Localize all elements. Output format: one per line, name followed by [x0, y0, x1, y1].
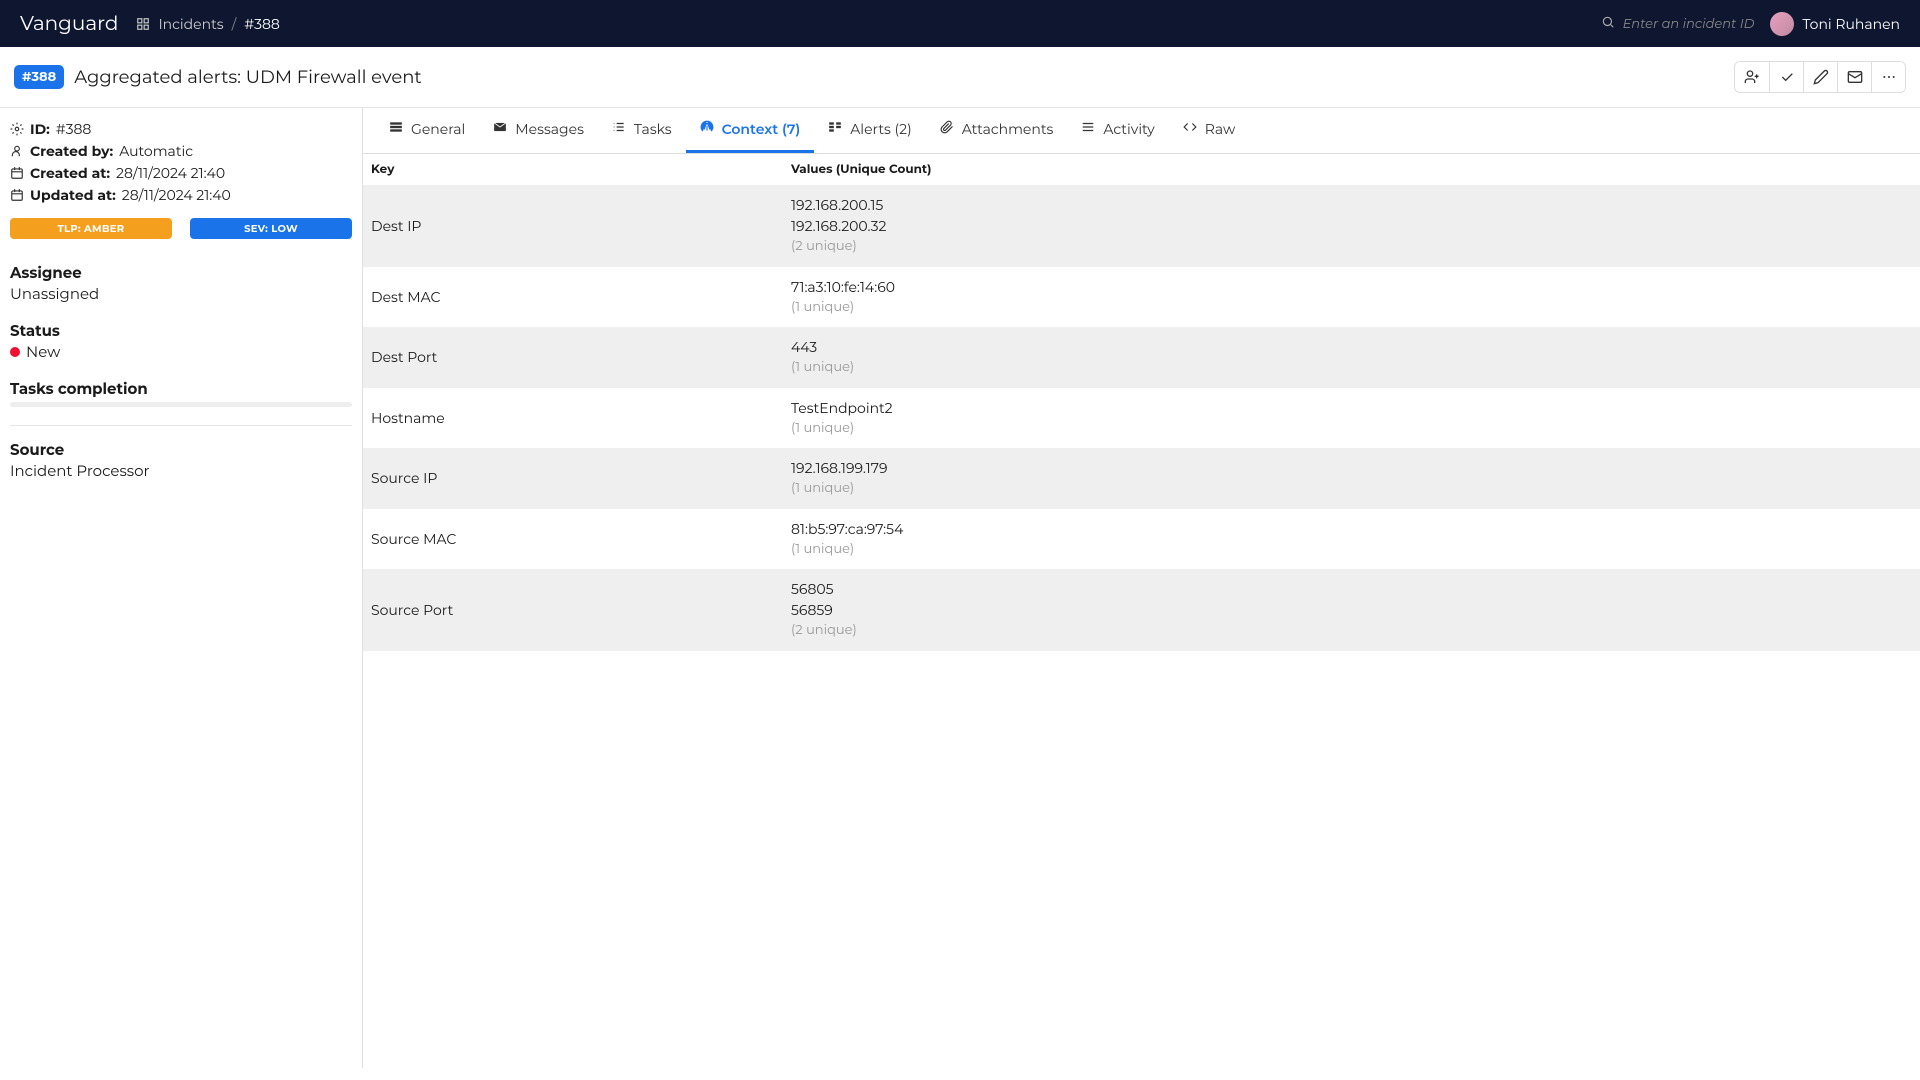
context-values: TestEndpoint2(1 unique) [783, 388, 1920, 449]
meta-updated-at: Updated at: 28/11/2024 21:40 [10, 186, 352, 204]
tab-activity[interactable]: Activity [1067, 108, 1168, 153]
table-row: Source MAC81:b5:97:ca:97:54(1 unique) [363, 509, 1920, 570]
meta-created-at: Created at: 28/11/2024 21:40 [10, 164, 352, 182]
checklist-icon [612, 120, 626, 138]
table-row: Dest MAC71:a3:10:fe:14:60(1 unique) [363, 267, 1920, 328]
context-key: Source IP [363, 448, 783, 509]
fingerprint-icon [700, 120, 714, 138]
tasks-completion-field: Tasks completion [10, 379, 352, 407]
col-values: Values (Unique Count) [783, 154, 1920, 185]
breadcrumb-sep: / [232, 15, 237, 33]
context-values: 443(1 unique) [783, 327, 1920, 388]
activity-icon [1081, 120, 1095, 138]
grid-icon[interactable] [136, 17, 150, 31]
tlp-badge: TLP: AMBER [10, 218, 172, 239]
tab-messages[interactable]: Messages [479, 108, 598, 153]
search-placeholder: Enter an incident ID [1623, 16, 1755, 32]
table-row: Source IP192.168.199.179(1 unique) [363, 448, 1920, 509]
meta-created-by: Created by: Automatic [10, 142, 352, 160]
context-key: Dest Port [363, 327, 783, 388]
assignee-field: Assignee Unassigned [10, 263, 352, 303]
brand[interactable]: Vanguard [20, 12, 118, 36]
breadcrumb-incidents[interactable]: Incidents [158, 15, 223, 33]
context-table: Key Values (Unique Count) Dest IP192.168… [363, 154, 1920, 651]
tab-context[interactable]: Context (7) [686, 108, 815, 153]
topbar: Vanguard Incidents / #388 Enter an incid… [0, 0, 1920, 47]
envelope-icon [493, 120, 507, 138]
search-icon [1601, 15, 1615, 33]
tab-bar: General Messages Tasks Context (7) Alert… [363, 108, 1920, 154]
context-key: Dest IP [363, 185, 783, 267]
tab-raw[interactable]: Raw [1169, 108, 1249, 153]
tab-tasks[interactable]: Tasks [598, 108, 686, 153]
context-values: 81:b5:97:ca:97:54(1 unique) [783, 509, 1920, 570]
user-icon [10, 144, 24, 158]
page-header: #388 Aggregated alerts: UDM Firewall eve… [0, 47, 1920, 108]
email-button[interactable] [1837, 62, 1871, 92]
source-field: Source Incident Processor [10, 440, 352, 480]
tasks-progress-bar [10, 402, 352, 407]
general-icon [389, 120, 403, 138]
more-button[interactable] [1871, 62, 1905, 92]
status-dot-icon [10, 347, 20, 357]
context-values: 5680556859(2 unique) [783, 569, 1920, 651]
context-key: Dest MAC [363, 267, 783, 328]
tab-attachments[interactable]: Attachments [926, 108, 1068, 153]
incident-search[interactable]: Enter an incident ID [1601, 15, 1755, 33]
breadcrumb-current: #388 [244, 15, 280, 33]
resolve-button[interactable] [1769, 62, 1803, 92]
edit-button[interactable] [1803, 62, 1837, 92]
divider [10, 425, 352, 426]
table-row: HostnameTestEndpoint2(1 unique) [363, 388, 1920, 449]
tab-alerts[interactable]: Alerts (2) [814, 108, 925, 153]
code-icon [1183, 120, 1197, 138]
breadcrumb: Incidents / #388 [136, 15, 279, 33]
col-key: Key [363, 154, 783, 185]
page-title: Aggregated alerts: UDM Firewall event [74, 66, 421, 88]
paperclip-icon [940, 120, 954, 138]
alerts-icon [828, 120, 842, 138]
gear-icon [10, 122, 24, 136]
assign-button[interactable] [1735, 62, 1769, 92]
avatar [1770, 12, 1794, 36]
context-values: 71:a3:10:fe:14:60(1 unique) [783, 267, 1920, 328]
tab-general[interactable]: General [375, 108, 479, 153]
table-row: Source Port5680556859(2 unique) [363, 569, 1920, 651]
header-actions [1734, 61, 1906, 93]
table-row: Dest Port443(1 unique) [363, 327, 1920, 388]
main-panel: General Messages Tasks Context (7) Alert… [363, 108, 1920, 1068]
context-key: Hostname [363, 388, 783, 449]
status-field: Status New [10, 321, 352, 361]
context-key: Source MAC [363, 509, 783, 570]
context-key: Source Port [363, 569, 783, 651]
incident-sidebar: ID: #388 Created by: Automatic Created a… [0, 108, 363, 1068]
meta-id: ID: #388 [10, 120, 352, 138]
calendar-icon [10, 166, 24, 180]
user-menu[interactable]: Toni Ruhanen [1770, 12, 1900, 36]
context-values: 192.168.200.15192.168.200.32(2 unique) [783, 185, 1920, 267]
severity-badge: SEV: LOW [190, 218, 352, 239]
incident-id-badge: #388 [14, 65, 64, 89]
user-name: Toni Ruhanen [1802, 15, 1900, 33]
context-values: 192.168.199.179(1 unique) [783, 448, 1920, 509]
calendar-icon [10, 188, 24, 202]
table-row: Dest IP192.168.200.15192.168.200.32(2 un… [363, 185, 1920, 267]
